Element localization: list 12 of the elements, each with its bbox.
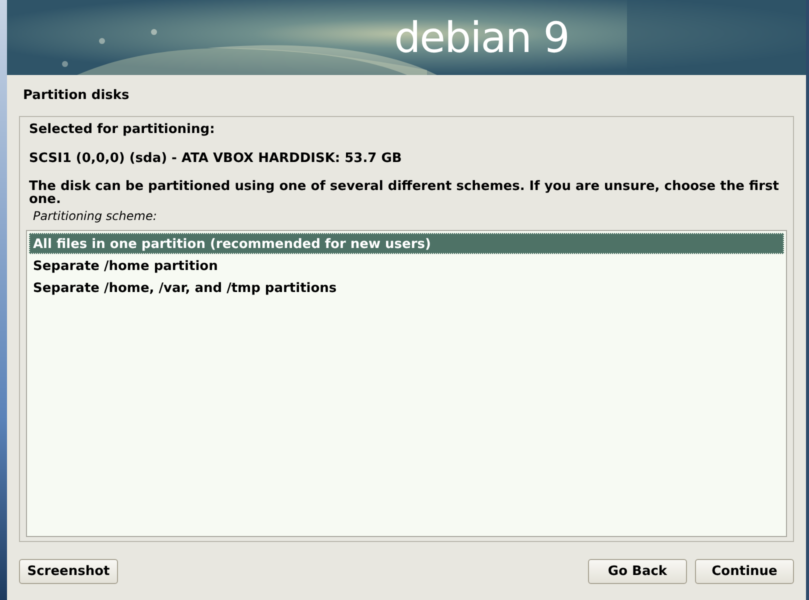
list-item[interactable]: Separate /home partition	[29, 255, 784, 276]
list-label: Partitioning scheme:	[32, 208, 158, 224]
list-item[interactable]: Separate /home, /var, and /tmp partitions	[29, 277, 784, 298]
list-item[interactable]: All files in one partition (recommended for new users)	[29, 233, 784, 254]
logo-text: debian 9	[394, 12, 569, 64]
dialog-button[interactable]: Continue	[695, 559, 794, 584]
dialog-button[interactable]: Go Back	[588, 559, 687, 584]
description-text: The disk can be partitioned using one of several different schemes. If you are unsure, choose the first one.	[28, 180, 780, 206]
dialog-button[interactable]: Screenshot	[19, 559, 118, 584]
section-label: Selected for partitioning:	[28, 122, 216, 138]
disk-info: SCSI1 (0,0,0) (sda) - ATA VBOX HARDDISK: 53.7 GB	[28, 151, 403, 167]
page-title: Partition disks	[22, 87, 130, 105]
